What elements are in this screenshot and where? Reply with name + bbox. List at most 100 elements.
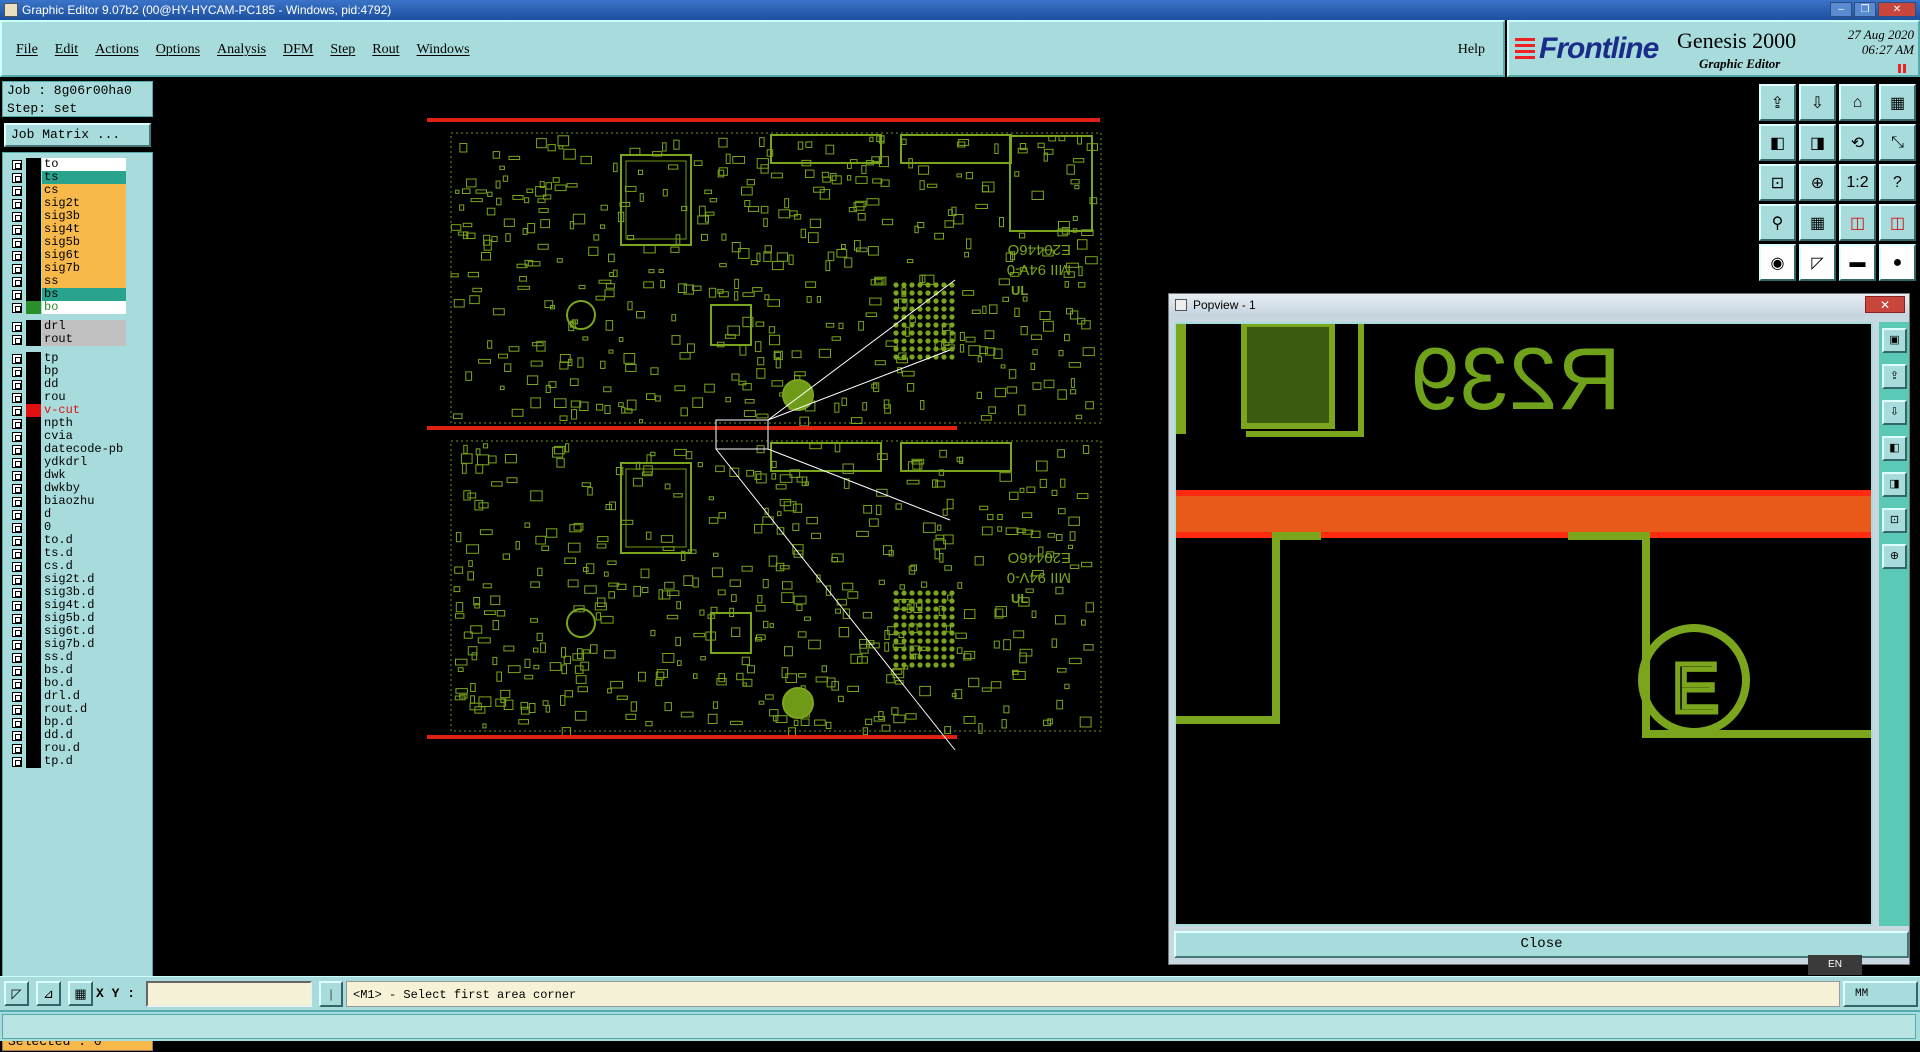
message-toggle-button[interactable]: | — [319, 981, 343, 1007]
command-line[interactable] — [2, 1014, 1916, 1039]
xy-input[interactable] — [146, 981, 312, 1007]
layer-checkbox[interactable] — [12, 277, 22, 287]
menu-file[interactable]: File — [16, 42, 38, 58]
popview-tool-button[interactable]: ◨ — [1882, 472, 1907, 497]
layer-checkbox[interactable] — [12, 367, 22, 377]
popview-canvas[interactable]: R239 E — [1174, 322, 1873, 926]
layer-checkbox[interactable] — [12, 679, 22, 689]
grid-icon[interactable]: ▦ — [1799, 204, 1836, 241]
layer-checkbox[interactable] — [12, 380, 22, 390]
ruler-icon[interactable]: ▬ — [1839, 244, 1876, 281]
layer-red-2-icon[interactable]: ◫ — [1879, 204, 1916, 241]
layer-checkbox[interactable] — [12, 653, 22, 663]
menu-step[interactable]: Step — [330, 42, 355, 58]
layer-checkbox[interactable] — [12, 627, 22, 637]
layer-checkbox[interactable] — [12, 406, 22, 416]
layer-checkbox[interactable] — [12, 458, 22, 468]
layer-checkbox[interactable] — [12, 536, 22, 546]
prev-icon[interactable]: ◧ — [1759, 124, 1796, 161]
layer-checkbox[interactable] — [12, 199, 22, 209]
layer-checkbox[interactable] — [12, 601, 22, 611]
grid-mode-icon[interactable]: ▦ — [68, 981, 93, 1006]
layer-checkbox[interactable] — [12, 290, 22, 300]
menu-windows[interactable]: Windows — [417, 42, 470, 58]
popview-tool-button[interactable]: ◧ — [1882, 436, 1907, 461]
layer-checkbox[interactable] — [12, 393, 22, 403]
save-icon[interactable]: ⇪ — [1759, 84, 1796, 121]
layer-row[interactable]: rout — [3, 332, 151, 347]
help-icon[interactable]: ? — [1879, 164, 1916, 201]
close-button[interactable]: ✕ — [1878, 2, 1916, 17]
layer-color-swatch[interactable] — [26, 755, 41, 768]
job-matrix-button[interactable]: Job Matrix ... — [4, 123, 151, 147]
layer-checkbox[interactable] — [12, 303, 22, 313]
popview-tool-button[interactable]: ⇩ — [1882, 400, 1907, 425]
layer-row[interactable]: tp.d — [3, 754, 151, 769]
popview-close-button[interactable]: Close — [1174, 931, 1909, 958]
layer-checkbox[interactable] — [12, 731, 22, 741]
layer-checkbox[interactable] — [12, 432, 22, 442]
units-toggle[interactable]: MM — [1843, 981, 1918, 1007]
layer-color-swatch[interactable] — [26, 301, 41, 314]
layer-checkbox[interactable] — [12, 354, 22, 364]
layer-checkbox[interactable] — [12, 692, 22, 702]
layer-checkbox[interactable] — [12, 173, 22, 183]
layer-checkbox[interactable] — [12, 510, 22, 520]
layer-checkbox[interactable] — [12, 186, 22, 196]
load-icon[interactable]: ⇩ — [1799, 84, 1836, 121]
redraw-icon[interactable]: ⟲ — [1839, 124, 1876, 161]
layer-checkbox[interactable] — [12, 718, 22, 728]
record-icon[interactable]: ● — [1879, 244, 1916, 281]
layer-checkbox[interactable] — [12, 445, 22, 455]
layer-checkbox[interactable] — [12, 640, 22, 650]
panel-icon[interactable]: ▦ — [1879, 84, 1916, 121]
layer-checkbox[interactable] — [12, 251, 22, 261]
layer-checkbox[interactable] — [12, 588, 22, 598]
popview-tool-button[interactable]: ⇪ — [1882, 364, 1907, 389]
layer-name[interactable]: bo — [42, 301, 126, 314]
layer-name[interactable]: tp.d — [42, 755, 126, 768]
popview-tool-button[interactable]: ▣ — [1882, 328, 1907, 353]
menu-rout[interactable]: Rout — [372, 42, 399, 58]
layer-checkbox[interactable] — [12, 160, 22, 170]
layer-checkbox[interactable] — [12, 523, 22, 533]
layer-checkbox[interactable] — [12, 562, 22, 572]
layer-checkbox[interactable] — [12, 419, 22, 429]
layer-checkbox[interactable] — [12, 757, 22, 767]
layer-checkbox[interactable] — [12, 549, 22, 559]
layer-checkbox[interactable] — [12, 335, 22, 345]
snap-mode-icon[interactable]: ⊿ — [36, 981, 61, 1006]
menu-options[interactable]: Options — [156, 42, 200, 58]
menu-edit[interactable]: Edit — [55, 42, 78, 58]
popview-tool-button[interactable]: ⊡ — [1882, 508, 1907, 533]
popview-tool-button[interactable]: ⊕ — [1882, 544, 1907, 569]
layer-checkbox[interactable] — [12, 238, 22, 248]
layer-checkbox[interactable] — [12, 264, 22, 274]
scale-1-2-icon[interactable]: 1:2 — [1839, 164, 1876, 201]
layer-checkbox[interactable] — [12, 471, 22, 481]
draw-mode-icon[interactable]: ◸ — [4, 981, 29, 1006]
snap-icon[interactable]: ⚲ — [1759, 204, 1796, 241]
menu-actions[interactable]: Actions — [95, 42, 139, 58]
next-icon[interactable]: ◨ — [1799, 124, 1836, 161]
menu-analysis[interactable]: Analysis — [217, 42, 266, 58]
pan-icon[interactable]: ⤡ — [1879, 124, 1916, 161]
layer-color-swatch[interactable] — [26, 333, 41, 346]
layer-checkbox[interactable] — [12, 484, 22, 494]
layer-checkbox[interactable] — [12, 705, 22, 715]
measure-icon[interactable]: ◸ — [1799, 244, 1836, 281]
home-icon[interactable]: ⌂ — [1839, 84, 1876, 121]
layer-checkbox[interactable] — [12, 225, 22, 235]
minimize-button[interactable]: – — [1830, 2, 1852, 17]
layer-checkbox[interactable] — [12, 666, 22, 676]
popview-close-x[interactable]: ✕ — [1865, 296, 1905, 313]
menu-help[interactable]: Help — [1458, 42, 1485, 58]
layer-checkbox[interactable] — [12, 744, 22, 754]
layer-checkbox[interactable] — [12, 575, 22, 585]
layer-checkbox[interactable] — [12, 212, 22, 222]
fit-icon[interactable]: ⊡ — [1759, 164, 1796, 201]
layer-row[interactable]: bo — [3, 300, 151, 315]
layer-checkbox[interactable] — [12, 497, 22, 507]
zoom-fit-icon[interactable]: ⊕ — [1799, 164, 1836, 201]
layer-red-icon[interactable]: ◫ — [1839, 204, 1876, 241]
